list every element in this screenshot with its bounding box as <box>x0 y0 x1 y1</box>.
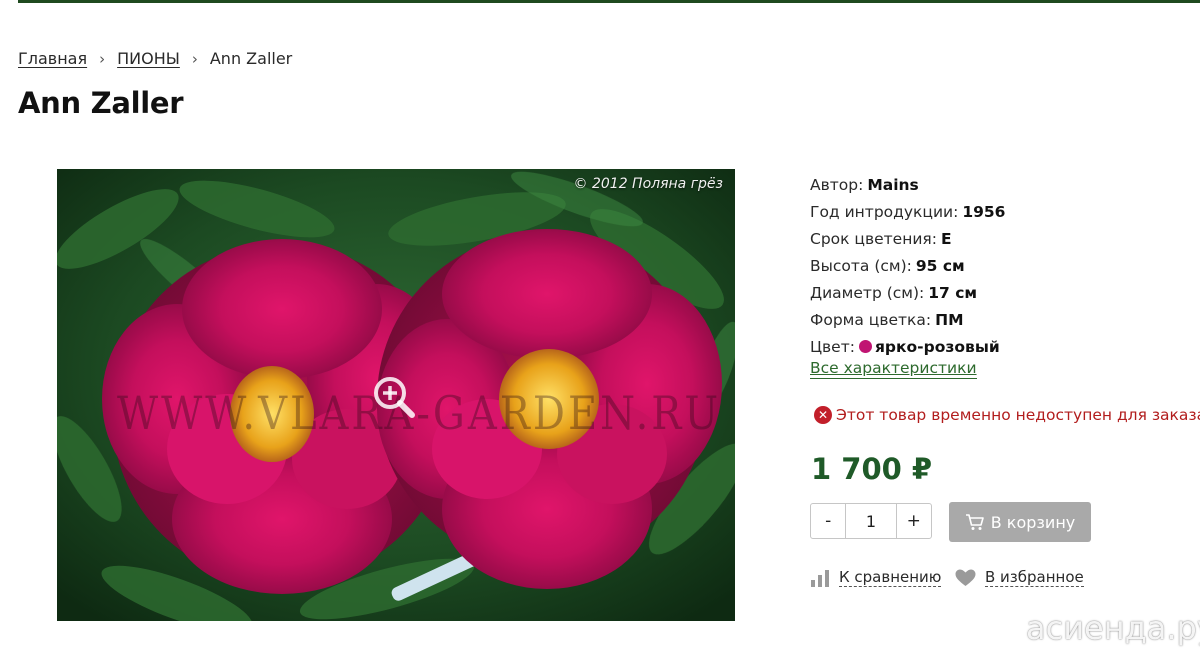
spec-label: Форма цветка: <box>810 311 932 329</box>
error-x-icon: ✕ <box>814 406 832 424</box>
spec-value: Mains <box>867 176 919 194</box>
quantity-input[interactable]: 1 <box>845 504 897 538</box>
cart-icon <box>965 514 984 530</box>
spec-label: Высота (см): <box>810 257 912 275</box>
site-watermark-text: асиенда.ру <box>1026 609 1200 647</box>
spec-flower-form: Форма цветка: ПМ <box>810 307 1005 334</box>
spec-year: Год интродукции: 1956 <box>810 199 1005 226</box>
top-border <box>18 0 1200 3</box>
product-specs: Автор: Mains Год интродукции: 1956 Срок цв… <box>810 172 1005 361</box>
spec-value: 17 см <box>928 284 978 302</box>
product-price: 1 700 ₽ <box>811 452 933 486</box>
add-to-cart-label: В корзину <box>990 512 1076 532</box>
spec-label: Срок цветения: <box>810 230 937 248</box>
quantity-decrease-button[interactable]: - <box>811 504 845 538</box>
treble-clef-logo-icon <box>1004 602 1021 654</box>
spec-label: Цвет: <box>810 338 855 356</box>
breadcrumb-home-link[interactable]: Главная <box>18 49 87 68</box>
spec-value: 95 см <box>915 257 965 275</box>
compare-label: К сравнению <box>839 568 942 587</box>
breadcrumb: Главная › ПИОНЫ › Ann Zaller <box>18 49 292 69</box>
availability-notice: ✕ Этот товар временно недоступен для зак… <box>814 406 1200 424</box>
favorite-link[interactable]: В избранное <box>955 568 1084 587</box>
spec-value: 1956 <box>962 203 1006 221</box>
spec-label: Автор: <box>810 176 864 194</box>
spec-bloom-time: Срок цветения: E <box>810 226 1005 253</box>
heart-icon <box>955 569 976 586</box>
spec-label: Диаметр (см): <box>810 284 925 302</box>
spec-value: E <box>940 230 952 248</box>
spec-author: Автор: Mains <box>810 172 1005 199</box>
favorite-label: В избранное <box>985 568 1084 587</box>
availability-text: Этот товар временно недоступен для заказ… <box>836 406 1200 424</box>
spec-color: Цвет: ярко-розовый <box>810 334 1005 361</box>
breadcrumb-current: Ann Zaller <box>209 49 293 68</box>
color-swatch-icon <box>858 340 872 353</box>
product-photo[interactable]: © 2012 Поляна грёз WWW.VLARA-GARDEN.RU <box>57 169 735 621</box>
chevron-right-icon: › <box>191 50 198 68</box>
spec-label: Год интродукции: <box>810 203 959 221</box>
breadcrumb-category-link[interactable]: ПИОНЫ <box>117 49 180 68</box>
site-watermark: асиенда.ру <box>1000 602 1200 654</box>
spec-value: ярко-розовый <box>874 338 1000 356</box>
quantity-stepper: - 1 + <box>810 503 932 539</box>
all-specs-link[interactable]: Все характеристики <box>810 358 977 379</box>
spec-diameter: Диаметр (см): 17 см <box>810 280 1005 307</box>
photo-copyright: © 2012 Поляна грёз <box>573 176 723 192</box>
zoom-in-icon[interactable] <box>370 373 418 421</box>
chevron-right-icon: › <box>99 50 106 68</box>
quantity-increase-button[interactable]: + <box>897 504 931 538</box>
spec-value: ПМ <box>935 311 964 329</box>
spec-height: Высота (см): 95 см <box>810 253 1005 280</box>
photo-watermark: WWW.VLARA-GARDEN.RU <box>117 387 722 441</box>
page-title: Ann Zaller <box>18 86 184 120</box>
compare-bars-icon <box>811 569 829 587</box>
add-to-cart-button[interactable]: В корзину <box>949 502 1091 542</box>
compare-link[interactable]: К сравнению <box>810 568 942 587</box>
